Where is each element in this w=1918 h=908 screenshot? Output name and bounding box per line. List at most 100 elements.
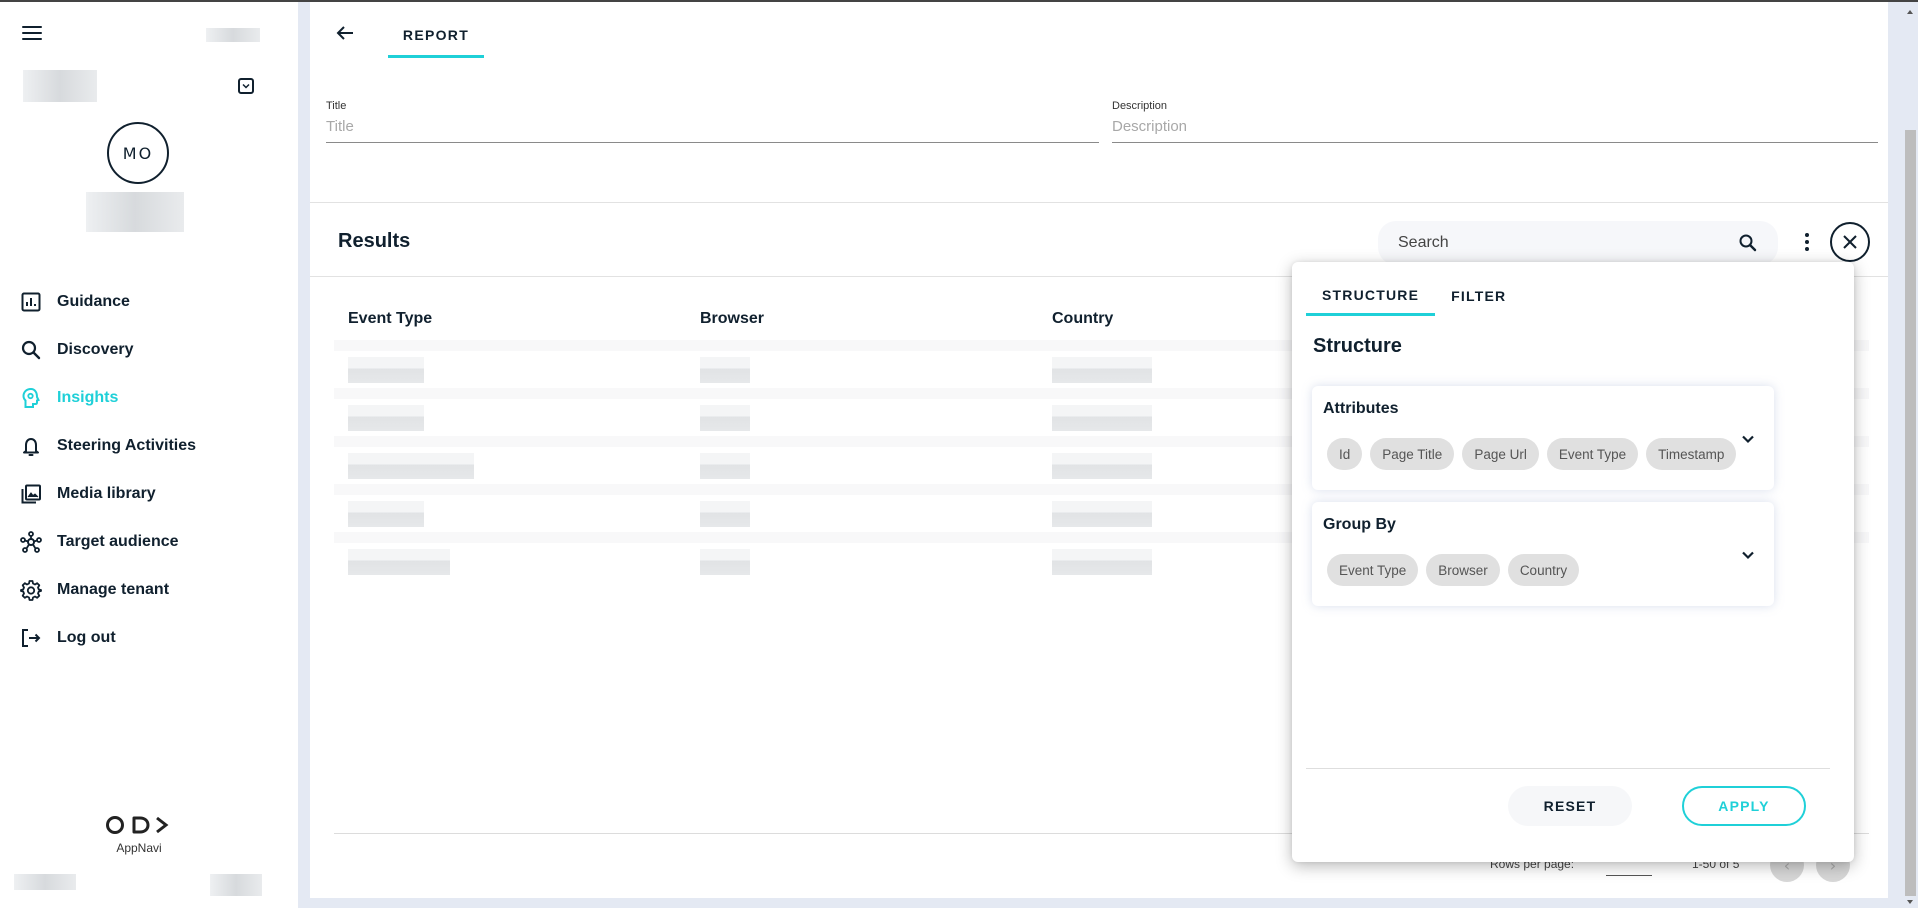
report-header: REPORT: [310, 2, 1888, 62]
tenant-dropdown-icon[interactable]: [238, 78, 254, 94]
sidebar-item-discovery[interactable]: Discovery: [0, 326, 298, 374]
description-label: Description: [1112, 100, 1168, 112]
redacted-cell: [1052, 500, 1152, 527]
attribute-chip[interactable]: Page Title: [1370, 438, 1455, 470]
column-header-browser[interactable]: Browser: [686, 310, 1038, 328]
structure-heading: Structure: [1313, 335, 1402, 357]
close-panel-button[interactable]: [1830, 222, 1870, 262]
chevron-down-icon[interactable]: [1741, 548, 1755, 562]
sidebar-item-label: Insights: [57, 389, 119, 406]
attribute-chip[interactable]: Event Type: [1546, 438, 1639, 470]
attribute-chip[interactable]: Page Url: [1462, 438, 1539, 470]
column-header-event-type[interactable]: Event Type: [334, 310, 686, 328]
sidebar-item-guidance[interactable]: Guidance: [0, 278, 298, 326]
sidebar-item-label: Target audience: [57, 533, 179, 550]
sidebar-item-log-out[interactable]: Log out: [0, 614, 298, 662]
group-by-chip[interactable]: Event Type: [1327, 554, 1419, 586]
results-heading: Results: [338, 230, 411, 252]
group-by-chip[interactable]: Country: [1507, 554, 1580, 586]
sidebar-item-label: Guidance: [57, 293, 130, 310]
scrollbar-thumb[interactable]: [1905, 130, 1916, 896]
chevron-down-icon[interactable]: [1741, 432, 1755, 446]
tab-structure[interactable]: STRUCTURE: [1306, 276, 1436, 316]
image-library-icon: [20, 483, 42, 505]
avatar[interactable]: MO: [107, 122, 169, 184]
gear-icon: [20, 579, 42, 601]
search-input[interactable]: [1398, 234, 1738, 252]
network-icon: [20, 531, 42, 553]
avatar-initials: MO: [122, 143, 154, 163]
group-by-card: Group By Event Type Browser Country: [1312, 502, 1774, 606]
title-input[interactable]: [326, 112, 1099, 143]
redacted-cell: [700, 548, 750, 575]
panel-divider: [1306, 768, 1830, 769]
appnavi-logo: AppNavi: [104, 814, 174, 855]
logo-text: AppNavi: [116, 841, 162, 855]
redacted-text: [210, 874, 262, 896]
tenant-name-redacted: [23, 70, 97, 102]
attributes-card: Attributes Id Page Title Page Url Event …: [1312, 386, 1774, 490]
sidebar-nav: Guidance Discovery Insights Steering Act…: [0, 278, 298, 662]
bar-chart-icon: [20, 291, 42, 313]
redacted-cell: [700, 452, 750, 479]
sidebar-item-manage-tenant[interactable]: Manage tenant: [0, 566, 298, 614]
tab-report[interactable]: REPORT: [388, 14, 484, 58]
more-options-icon[interactable]: [1802, 230, 1812, 254]
sidebar-item-target-audience[interactable]: Target audience: [0, 518, 298, 566]
redacted-cell: [700, 500, 750, 527]
description-input[interactable]: [1112, 112, 1878, 143]
redacted-text: [206, 28, 260, 42]
attributes-chips: Id Page Title Page Url Event Type Timest…: [1327, 438, 1737, 470]
redacted-cell: [1052, 548, 1152, 575]
bell-icon: [20, 435, 42, 457]
section-divider: [310, 202, 1888, 203]
redacted-cell: [700, 404, 750, 431]
sidebar-item-label: Discovery: [57, 341, 134, 358]
appnavi-logo-icon: [106, 816, 169, 834]
sidebar: MO Guidance Discovery Insights Steering …: [0, 2, 298, 908]
search-icon[interactable]: [1738, 233, 1758, 253]
sidebar-item-insights[interactable]: Insights: [0, 374, 298, 422]
sidebar-item-media-library[interactable]: Media library: [0, 470, 298, 518]
redacted-cell: [348, 452, 474, 479]
redacted-cell: [348, 404, 424, 431]
structure-panel: STRUCTURE FILTER Structure Attributes Id…: [1292, 262, 1854, 862]
attributes-title: Attributes: [1323, 400, 1399, 417]
hamburger-menu-icon[interactable]: [22, 26, 42, 42]
title-field: Title: [326, 100, 1099, 143]
redacted-cell: [348, 500, 424, 527]
group-by-chip[interactable]: Browser: [1426, 554, 1500, 586]
reset-button[interactable]: RESET: [1508, 786, 1632, 826]
tab-filter[interactable]: FILTER: [1435, 276, 1522, 316]
redacted-cell: [1052, 404, 1152, 431]
redacted-cell: [1052, 452, 1152, 479]
logout-icon: [20, 627, 42, 649]
description-field: Description: [1112, 100, 1878, 143]
sidebar-item-label: Log out: [57, 629, 116, 646]
title-label: Title: [326, 100, 347, 112]
brain-head-icon: [20, 387, 42, 409]
search-icon: [20, 339, 42, 361]
back-arrow-icon[interactable]: [334, 22, 356, 44]
column-header-country[interactable]: Country: [1038, 310, 1278, 328]
redacted-cell: [348, 548, 450, 575]
redacted-cell: [348, 356, 424, 383]
sidebar-item-label: Media library: [57, 485, 156, 502]
panel-tabs: STRUCTURE FILTER: [1306, 276, 1522, 316]
apply-button[interactable]: APPLY: [1682, 786, 1806, 826]
sidebar-item-label: Steering Activities: [57, 437, 197, 454]
results-search: [1378, 221, 1778, 265]
sidebar-item-steering-activities[interactable]: Steering Activities: [0, 422, 298, 470]
group-by-title: Group By: [1323, 516, 1396, 533]
version-redacted: [14, 874, 76, 890]
redacted-cell: [1052, 356, 1152, 383]
page-scrollbar[interactable]: [1903, 2, 1918, 908]
group-by-chips: Event Type Browser Country: [1327, 554, 1580, 586]
scroll-up-arrow-icon[interactable]: [1907, 10, 1913, 14]
attribute-chip[interactable]: Id: [1327, 438, 1363, 470]
redacted-cell: [700, 356, 750, 383]
scroll-down-arrow-icon[interactable]: [1907, 900, 1913, 904]
username-redacted: [86, 192, 184, 232]
attribute-chip[interactable]: Timestamp: [1646, 438, 1737, 470]
close-icon: [1843, 235, 1857, 249]
